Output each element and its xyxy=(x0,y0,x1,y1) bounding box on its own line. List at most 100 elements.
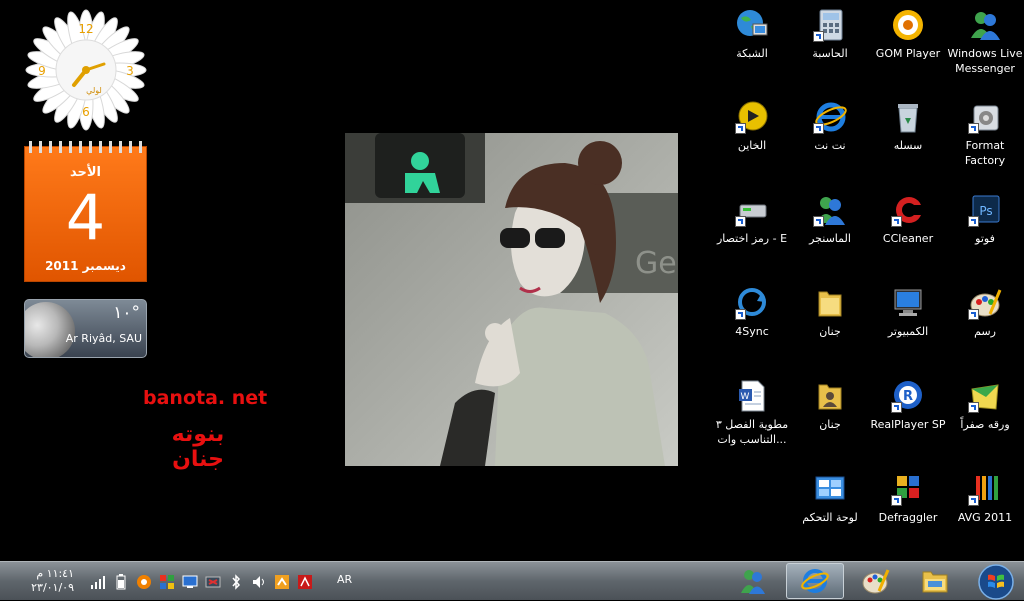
taskbar-messenger-button[interactable] xyxy=(724,563,782,599)
volume-icon[interactable] xyxy=(251,574,267,590)
desktop-icon-label: الحاسبة xyxy=(812,47,848,60)
internet-explorer-icon xyxy=(801,569,829,593)
shortcut-arrow-icon xyxy=(813,123,824,134)
shortcut-arrow-icon xyxy=(891,216,902,227)
desktop-icon-user-folder[interactable]: جنان xyxy=(791,379,869,432)
desktop-icon-word-document[interactable]: W مطوية الفصل ٣ التناسب وات... xyxy=(713,379,791,447)
windows-start-orb-icon xyxy=(978,563,1014,600)
desktop-icon-drive-shortcut[interactable]: رمز اختصار - E xyxy=(713,193,791,246)
windows-flag-icon[interactable] xyxy=(159,574,175,590)
desktop-icon-label: فوتو xyxy=(975,232,995,245)
desktop-icon-4sync[interactable]: 4Sync xyxy=(713,286,791,339)
desktop-icon-realplayer[interactable]: R RealPlayer SP xyxy=(869,379,947,432)
defraggler-icon xyxy=(891,472,925,506)
system-date: ٢٣/٠١/٠٩ xyxy=(31,581,74,594)
battery-icon[interactable] xyxy=(113,574,129,590)
taskbar-paint-button[interactable] xyxy=(846,563,904,599)
calendar-gadget[interactable]: الأحد 4 ديسمبر 2011 xyxy=(24,141,147,282)
shortcut-arrow-icon xyxy=(891,402,902,413)
adobe-icon[interactable] xyxy=(297,574,313,590)
desktop-icon-label: AVG 2011 xyxy=(957,511,1013,524)
user-folder-icon xyxy=(813,379,847,413)
desktop-icon-gom-player[interactable]: GOM Player xyxy=(869,8,947,61)
drive-shortcut-icon xyxy=(735,193,769,227)
messenger-shortcut-icon xyxy=(813,193,847,227)
desktop-icon-format-factory[interactable]: Format Factory xyxy=(946,100,1024,168)
desktop-icon-photoshop[interactable]: Ps فوتو xyxy=(946,193,1024,246)
desktop-icon-label: نت نت xyxy=(814,139,846,152)
desktop-icon-label: 4Sync xyxy=(735,325,769,338)
svg-text:W: W xyxy=(741,392,750,402)
desktop-icon-ccleaner[interactable]: CCleaner xyxy=(869,193,947,246)
signal-bars-icon[interactable] xyxy=(90,574,106,590)
display-icon[interactable] xyxy=(182,574,198,590)
desktop-icon-calculator[interactable]: الحاسبة xyxy=(791,8,869,61)
desktop-icon-folder[interactable]: جنان xyxy=(791,286,869,339)
weather-gadget[interactable]: ١٠° Ar Riyâd, SAU xyxy=(24,299,147,358)
clock-numeral-6: 6 xyxy=(82,105,90,119)
desktop-icon-messenger-shortcut[interactable]: الماسنجر xyxy=(791,193,869,246)
desktop-icon-label: الخاين xyxy=(737,139,767,152)
word-document-icon: W xyxy=(735,379,769,413)
network-icon xyxy=(735,8,769,42)
messenger-icon xyxy=(968,8,1002,42)
clock-numeral-9: 9 xyxy=(38,64,46,78)
desktop-icon-network[interactable]: الشبكة xyxy=(713,8,791,61)
taskbar-explorer-button[interactable] xyxy=(906,563,964,599)
desktop: 12 3 6 9 ﻟﻮﻟﻲ الأحد 4 ديسمبر 2011 ١٠° Ar… xyxy=(0,0,1024,561)
desktop-icon-paint[interactable]: رسم xyxy=(946,286,1024,339)
system-clock[interactable]: ١١:٤١ م ٢٣/٠١/٠٩ xyxy=(24,567,74,595)
desktop-icon-label: Windows Live Messenger xyxy=(947,47,1023,75)
calculator-icon xyxy=(813,8,847,42)
calendar-day-number: 4 xyxy=(65,181,106,254)
start-button[interactable] xyxy=(970,562,1022,601)
calendar-month-year: ديسمبر 2011 xyxy=(45,259,126,273)
power-manager-icon[interactable] xyxy=(274,574,290,590)
desktop-icon-recycle-bin[interactable]: سسله xyxy=(869,100,947,153)
paint-icon xyxy=(862,569,890,594)
watermark-site: banota. net xyxy=(143,387,268,409)
desktop-icon-defraggler[interactable]: Defraggler xyxy=(869,472,947,525)
clock-gadget[interactable]: 12 3 6 9 ﻟﻮﻟﻲ xyxy=(24,8,148,132)
explorer-icon xyxy=(922,571,948,593)
desktop-icon-label: رسم xyxy=(974,325,996,338)
photoshop-icon: Ps xyxy=(968,193,1002,227)
desktop-icon-yellow-paper[interactable]: ورقه صفراً xyxy=(946,379,1024,432)
clock-brand: ﻟﻮﻟﻲ xyxy=(86,86,102,95)
messenger-icon xyxy=(741,570,765,594)
format-factory-icon xyxy=(968,100,1002,134)
desktop-icon-avg[interactable]: AVG 2011 xyxy=(946,472,1024,525)
notification-area xyxy=(90,574,313,590)
language-indicator[interactable]: AR xyxy=(337,573,352,586)
shortcut-arrow-icon xyxy=(813,31,824,42)
taskbar-ie-button[interactable] xyxy=(786,563,844,599)
desktop-icon-label: Defraggler xyxy=(878,511,938,524)
avast-icon[interactable] xyxy=(136,574,152,590)
avg-icon xyxy=(968,472,1002,506)
shortcut-arrow-icon xyxy=(968,495,979,506)
calendar-weekday: الأحد xyxy=(69,165,101,180)
shortcut-arrow-icon xyxy=(968,123,979,134)
svg-text:Ps: Ps xyxy=(979,204,992,218)
media-shortcut-icon xyxy=(735,100,769,134)
desktop-icon-computer[interactable]: الكمبيوتر xyxy=(869,286,947,339)
desktop-icon-label: CCleaner xyxy=(882,232,934,245)
watermark-name: بنوته جنان xyxy=(171,422,225,472)
weather-location: Ar Riyâd, SAU xyxy=(65,332,142,345)
desktop-icon-label: الماسنجر xyxy=(809,232,851,245)
shortcut-arrow-icon xyxy=(968,216,979,227)
desktop-icon-internet-explorer[interactable]: نت نت xyxy=(791,100,869,153)
desktop-icon-media-shortcut[interactable]: الخاين xyxy=(713,100,791,153)
gom-player-icon xyxy=(891,8,925,42)
recycle-bin-icon xyxy=(891,100,925,134)
4sync-icon xyxy=(735,286,769,320)
desktop-icon-label: رمز اختصار - E xyxy=(716,232,788,245)
paint-icon xyxy=(968,286,1002,320)
bluetooth-icon[interactable] xyxy=(228,574,244,590)
network-status-icon[interactable] xyxy=(205,574,221,590)
folder-icon xyxy=(813,286,847,320)
desktop-icon-control-panel[interactable]: لوحة التحكم xyxy=(791,472,869,525)
desktop-icon-label: GOM Player xyxy=(875,47,941,60)
desktop-icon-windows-live-messenger[interactable]: Windows Live Messenger xyxy=(946,8,1024,76)
wallpaper-photo: Ge xyxy=(345,133,678,466)
